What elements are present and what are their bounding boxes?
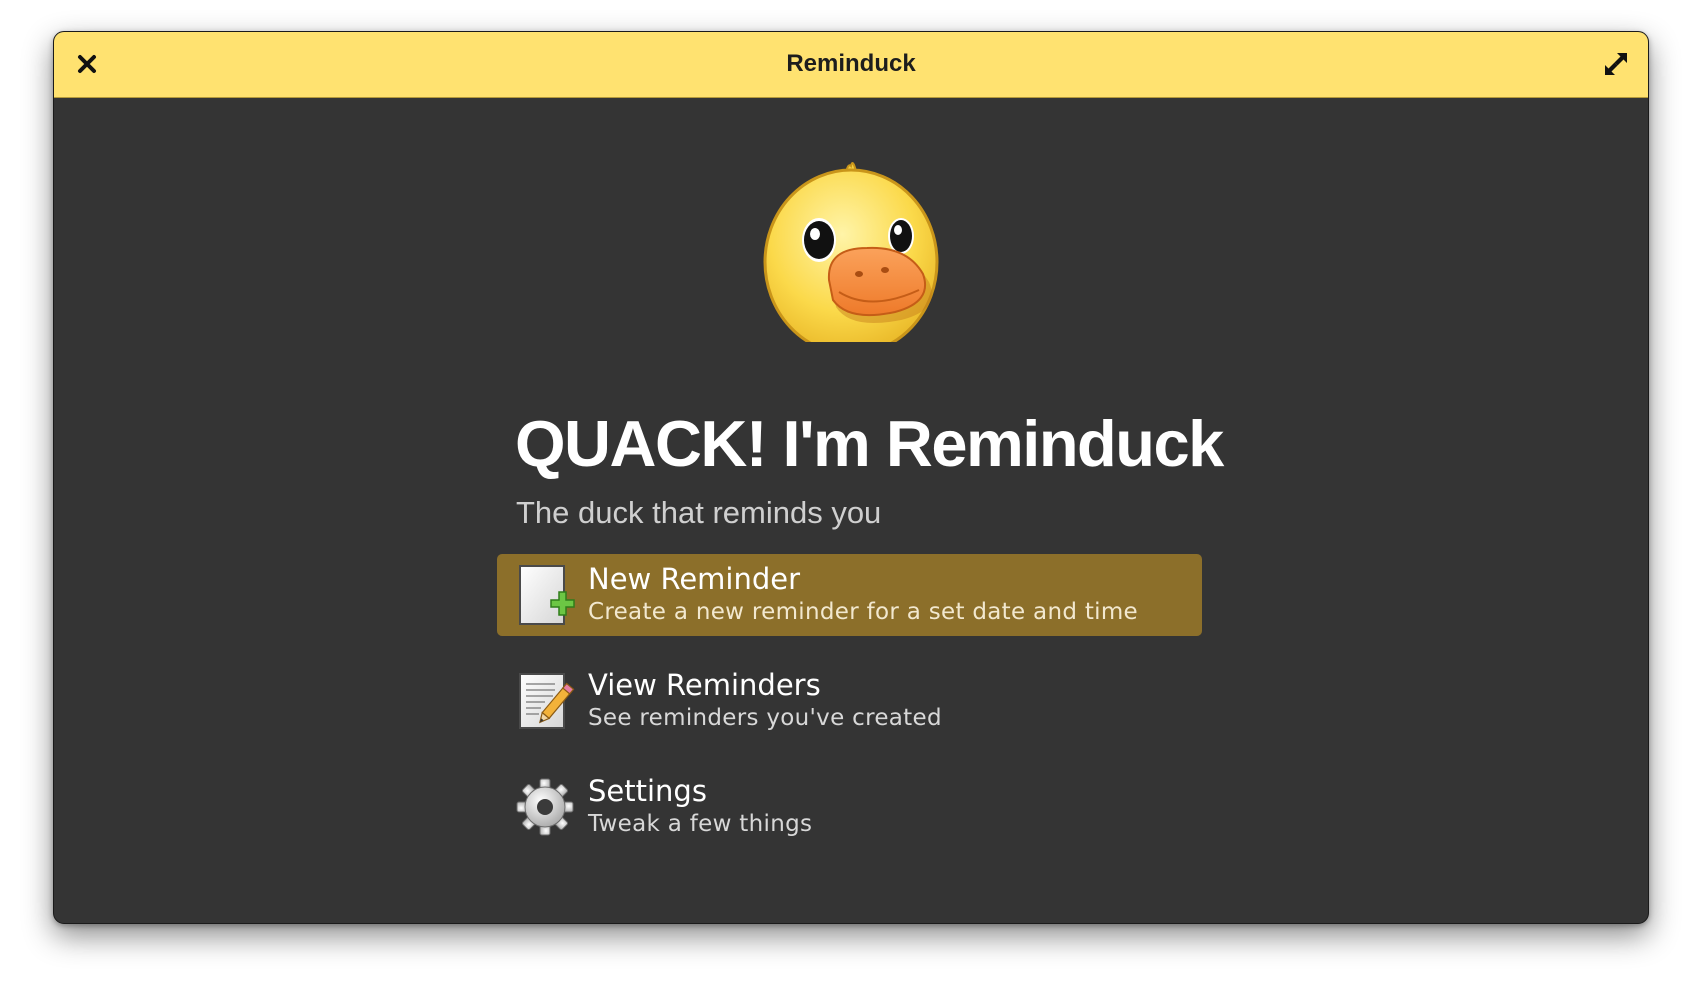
window-title: Reminduck xyxy=(786,50,916,77)
maximize-button[interactable] xyxy=(1602,50,1630,78)
page-title: QUACK! I'm Reminduck xyxy=(515,407,1224,480)
main-menu: New Reminder Create a new reminder for a… xyxy=(497,554,1202,872)
new-document-icon xyxy=(519,565,575,625)
duck-icon xyxy=(763,162,939,342)
edit-document-icon xyxy=(519,673,575,729)
app-window: Reminduck QUACK! I'm Reminduck The duck … xyxy=(53,31,1649,924)
titlebar[interactable]: Reminduck xyxy=(54,32,1648,98)
view-reminders-button[interactable]: View Reminders See reminders you've crea… xyxy=(497,660,1202,742)
new-reminder-button[interactable]: New Reminder Create a new reminder for a… xyxy=(497,554,1202,636)
menu-item-label: View Reminders xyxy=(588,668,821,702)
menu-item-label: New Reminder xyxy=(588,562,801,596)
maximize-icon[interactable] xyxy=(1602,50,1630,78)
menu-item-description: See reminders you've created xyxy=(588,705,942,731)
menu-item-description: Create a new reminder for a set date and… xyxy=(588,599,1139,625)
gear-icon xyxy=(516,778,574,836)
menu-item-description: Tweak a few things xyxy=(588,811,813,837)
page-subtitle: The duck that reminds you xyxy=(516,495,882,530)
settings-button[interactable]: Settings Tweak a few things xyxy=(497,766,1202,848)
menu-item-label: Settings xyxy=(588,774,707,808)
